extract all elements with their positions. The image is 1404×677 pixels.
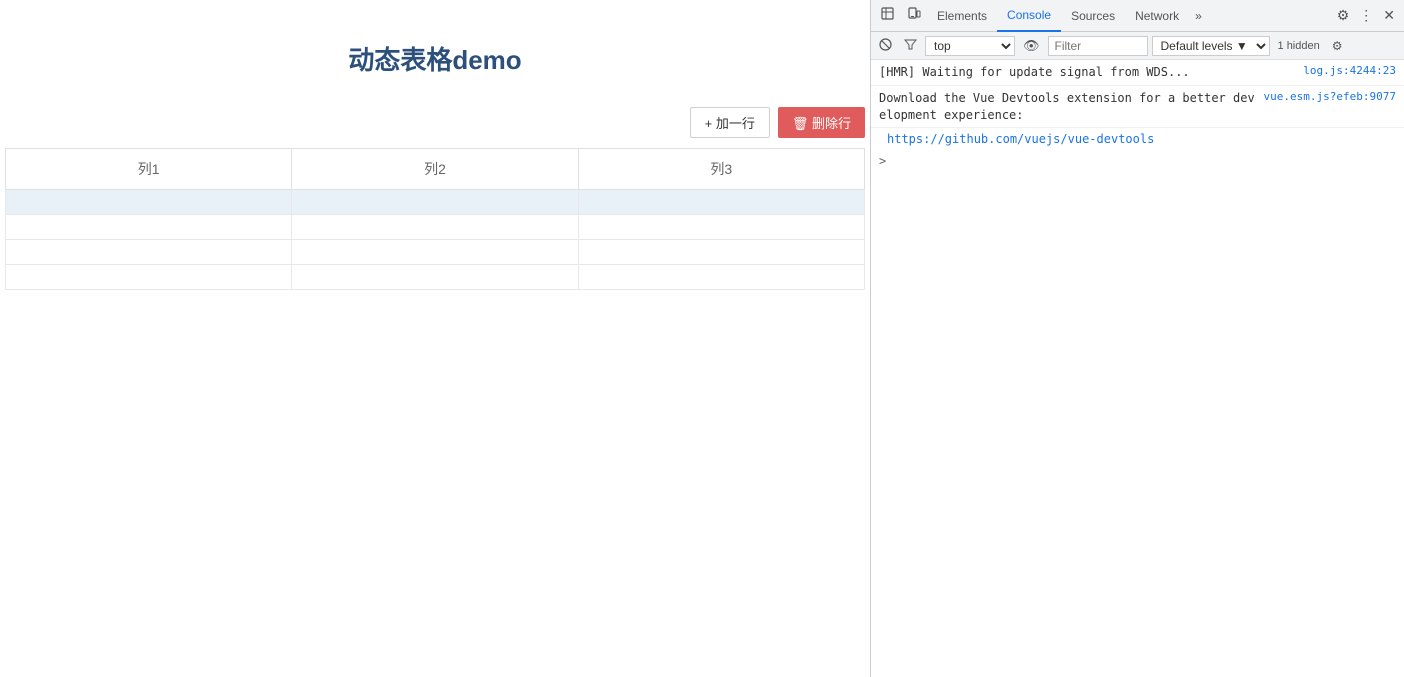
console-level-select[interactable]: Default levels ▼ [1152, 36, 1270, 56]
cell-r2-c0[interactable] [6, 240, 292, 265]
log-text-devtools: Download the Vue Devtools extension for … [879, 90, 1256, 124]
header-row: 列1 列2 列3 [6, 149, 865, 190]
device-toolbar-icon[interactable] [901, 3, 927, 28]
console-log-area[interactable]: [HMR] Waiting for update signal from WDS… [871, 60, 1404, 677]
cell-r3-c0[interactable] [6, 265, 292, 290]
page-title: 动态表格demo [348, 40, 521, 77]
hidden-count-badge: 1 hidden [1274, 40, 1324, 52]
cell-r0-c2[interactable] [578, 190, 864, 215]
console-filter-input[interactable] [1048, 36, 1148, 56]
cell-r3-c2[interactable] [578, 265, 864, 290]
tab-console[interactable]: Console [997, 0, 1061, 32]
log-link-hmr[interactable]: log.js:4244:23 [1303, 64, 1396, 77]
tab-network[interactable]: Network [1125, 0, 1189, 32]
col2-header: 列2 [292, 149, 578, 190]
tab-elements[interactable]: Elements [927, 0, 997, 32]
table-row [6, 265, 865, 290]
data-table: 列1 列2 列3 [5, 148, 865, 290]
toolbar: + 加一行 🗑 删除行 [5, 107, 865, 138]
inspect-element-icon[interactable] [875, 3, 901, 28]
console-clear-icon[interactable] [875, 36, 896, 56]
table-body [6, 190, 865, 290]
table-header: 列1 列2 列3 [6, 149, 865, 190]
cell-r2-c2[interactable] [578, 240, 864, 265]
cell-r1-c1[interactable] [292, 215, 578, 240]
cell-r0-c1[interactable] [292, 190, 578, 215]
console-settings-icon[interactable]: ⚙ [1328, 37, 1347, 55]
delete-row-button[interactable]: 🗑 删除行 [778, 107, 865, 138]
log-link-devtools[interactable]: vue.esm.js?efeb:9077 [1264, 90, 1396, 103]
col3-header: 列3 [578, 149, 864, 190]
app-area: 动态表格demo + 加一行 🗑 删除行 列1 列2 列3 [0, 0, 870, 677]
col1-header: 列1 [6, 149, 292, 190]
vue-devtools-link[interactable]: https://github.com/vuejs/vue-devtools [887, 132, 1154, 146]
table-container: 列1 列2 列3 [5, 148, 865, 290]
chevron-right-icon: > [879, 154, 886, 168]
console-context-select[interactable]: top [925, 36, 1015, 56]
table-row [6, 190, 865, 215]
log-entry-devtools: Download the Vue Devtools extension for … [871, 86, 1404, 129]
console-eye-icon[interactable]: 👁 [1019, 36, 1044, 56]
tab-sources[interactable]: Sources [1061, 0, 1125, 32]
table-row [6, 240, 865, 265]
log-entry-hmr: [HMR] Waiting for update signal from WDS… [871, 60, 1404, 86]
more-tabs-icon[interactable]: » [1189, 5, 1208, 27]
devtools-panel: Elements Console Sources Network » ⚙ ⋮ ✕… [870, 0, 1404, 677]
console-filter-icon[interactable] [900, 36, 921, 56]
cell-r1-c2[interactable] [578, 215, 864, 240]
log-text-hmr: [HMR] Waiting for update signal from WDS… [879, 64, 1295, 81]
table-row [6, 215, 865, 240]
cell-r3-c1[interactable] [292, 265, 578, 290]
vue-devtools-url[interactable]: https://github.com/vuejs/vue-devtools [871, 128, 1404, 150]
cell-r1-c0[interactable] [6, 215, 292, 240]
devtools-tab-bar: Elements Console Sources Network » ⚙ ⋮ ✕ [871, 0, 1404, 32]
console-prompt[interactable]: > [871, 150, 1404, 172]
cell-r0-c0[interactable] [6, 190, 292, 215]
add-row-button[interactable]: + 加一行 [690, 107, 770, 138]
devtools-close-icon[interactable]: ✕ [1378, 3, 1400, 28]
console-toolbar: top 👁 Default levels ▼ 1 hidden ⚙ [871, 32, 1404, 60]
devtools-settings-icon[interactable]: ⚙ [1332, 3, 1355, 28]
cell-r2-c1[interactable] [292, 240, 578, 265]
devtools-more-icon[interactable]: ⋮ [1354, 3, 1378, 28]
